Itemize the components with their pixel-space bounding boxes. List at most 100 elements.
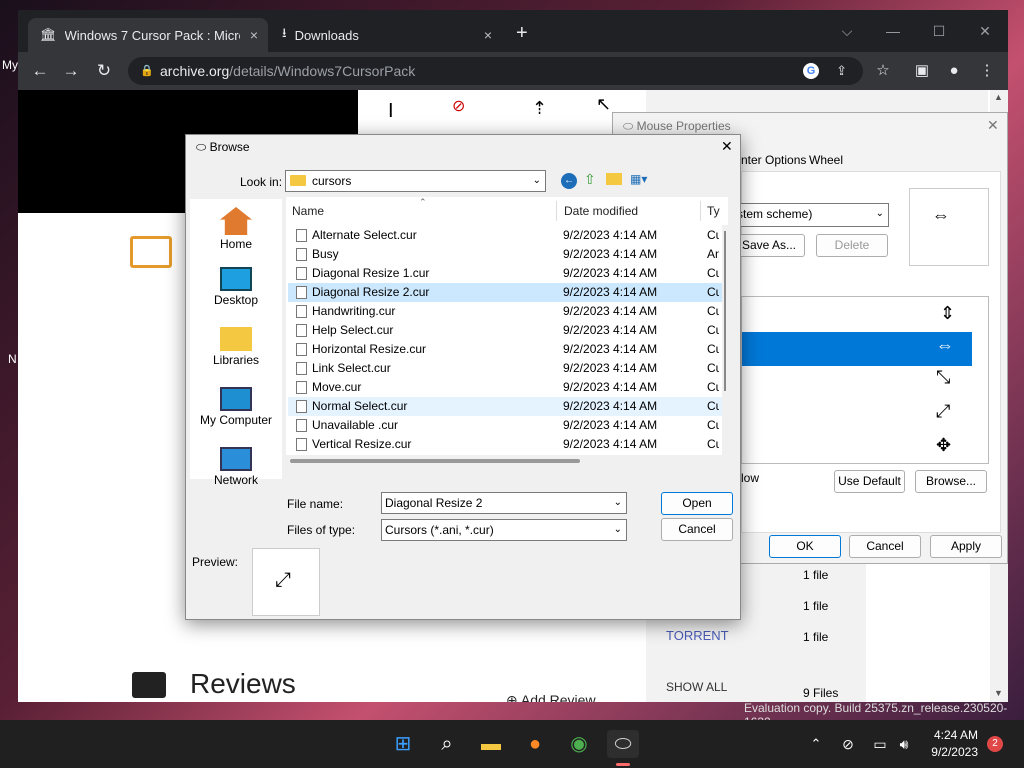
open-button[interactable]: Open — [661, 492, 733, 515]
file-row[interactable]: Busy 9/2/2023 4:14 AM An — [288, 245, 724, 264]
volume-icon[interactable]: 🔊︎ — [890, 730, 918, 758]
notification-badge[interactable]: 2 — [987, 736, 1003, 752]
close-tab-icon[interactable]: × — [484, 27, 492, 43]
file-row[interactable]: Normal Select.cur 9/2/2023 4:14 AM Cu — [288, 397, 724, 416]
start-icon[interactable]: ⊞ — [389, 730, 417, 758]
close-icon[interactable]: ✕ — [987, 117, 999, 134]
cursor-list[interactable]: ⇕ ⇔ ⤡ ⤢ ✥ — [741, 296, 989, 464]
scheme-select[interactable]: stem scheme) ⌄ — [733, 203, 889, 227]
col-name-header[interactable]: Name — [292, 199, 324, 223]
use-default-button[interactable]: Use Default — [834, 470, 905, 493]
file-date: 9/2/2023 4:14 AM — [563, 380, 658, 394]
file-list[interactable]: Name ⌃ Date modified Ty Alternate Select… — [286, 197, 728, 467]
scroll-up-icon[interactable]: ▲ — [994, 92, 1003, 102]
file-row[interactable]: Handwriting.cur 9/2/2023 4:14 AM Cu — [288, 302, 724, 321]
col-date-header[interactable]: Date modified — [564, 199, 638, 223]
vertical-resize-icon: ⇕ — [940, 303, 956, 323]
view-menu-icon[interactable]: ▦▾ — [630, 172, 647, 186]
file-row[interactable]: Diagonal Resize 2.cur 9/2/2023 4:14 AM Cu — [288, 283, 724, 302]
col-type-header[interactable]: Ty — [707, 199, 720, 223]
desktop-label-n[interactable]: N — [8, 352, 17, 366]
address-bar[interactable]: 🔒 archive.org/details/Windows7CursorPack… — [128, 57, 863, 85]
file-type-select[interactable]: Cursors (*.ani, *.cur) ⌄ — [381, 519, 627, 541]
scroll-thumb[interactable] — [290, 459, 580, 463]
preview-label: Preview: — [192, 555, 239, 569]
add-review-link[interactable]: ⊕ Add Review — [506, 692, 596, 702]
share-icon[interactable]: ⇪ — [836, 57, 847, 85]
file-row[interactable]: Diagonal Resize 1.cur 9/2/2023 4:14 AM Cu — [288, 264, 724, 283]
look-in-select[interactable]: cursors ⌄ — [285, 170, 546, 192]
mouse-icon: ⬭ — [196, 140, 210, 154]
scroll-down-icon[interactable]: ▼ — [994, 688, 1003, 698]
delete-button[interactable]: Delete — [816, 234, 888, 257]
file-row[interactable]: Horizontal Resize.cur 9/2/2023 4:14 AM Cu — [288, 340, 724, 359]
back-icon[interactable]: ← — [29, 60, 51, 82]
file-row[interactable]: Link Select.cur 9/2/2023 4:14 AM Cu — [288, 359, 724, 378]
file-row[interactable]: Unavailable .cur 9/2/2023 4:14 AM Cu — [288, 416, 724, 435]
tab-wheel[interactable]: Wheel — [809, 153, 843, 167]
side-panel-icon[interactable]: ▣ — [912, 61, 932, 81]
back-icon[interactable]: ← — [561, 173, 577, 189]
file-row[interactable]: Alternate Select.cur 9/2/2023 4:14 AM Cu — [288, 226, 724, 245]
scroll-thumb[interactable] — [724, 231, 726, 391]
place-my-computer[interactable]: My Computer — [190, 387, 282, 427]
show-all-link[interactable]: SHOW ALL — [666, 680, 727, 694]
menu-icon[interactable]: ⋮ — [977, 61, 997, 81]
file-name-input[interactable]: Diagonal Resize 2 ⌄ — [381, 492, 627, 514]
file-explorer-icon[interactable]: ▬ — [477, 730, 505, 758]
maximize-button[interactable]: ☐ — [916, 16, 962, 46]
network-off-icon[interactable]: ⊘ — [834, 730, 862, 758]
tab-cursor-pack[interactable]: 🏛 Windows 7 Cursor Pack : Microsoft × — [28, 18, 268, 52]
browser-toolbar: ← → ↻ 🔒 archive.org/details/Windows7Curs… — [18, 52, 1008, 90]
browse-button[interactable]: Browse... — [915, 470, 987, 493]
close-tab-icon[interactable]: × — [250, 27, 258, 43]
place-network[interactable]: Network — [190, 447, 282, 487]
profile-icon[interactable]: ● — [944, 61, 964, 81]
up-folder-icon[interactable]: ⇧ — [584, 171, 596, 188]
tab-pointer-options[interactable]: nter Options — [741, 153, 806, 167]
save-as-button[interactable]: Save As... — [733, 234, 805, 257]
desktop-label[interactable]: My — [2, 58, 18, 72]
file-date: 9/2/2023 4:14 AM — [563, 342, 658, 356]
search-icon[interactable]: ⌕ — [433, 730, 461, 758]
file-row[interactable]: Move.cur 9/2/2023 4:14 AM Cu — [288, 378, 724, 397]
tab-downloads[interactable]: ⭳ Downloads × — [270, 18, 502, 52]
file-count: 1 file — [803, 630, 829, 644]
new-tab-button[interactable]: + — [516, 22, 528, 45]
file-type: Cu — [707, 399, 719, 413]
clock-time[interactable]: 4:24 AM — [930, 728, 978, 742]
place-desktop[interactable]: Desktop — [190, 267, 282, 307]
file-row[interactable]: Vertical Resize.cur 9/2/2023 4:14 AM Cu — [288, 435, 724, 454]
libraries-icon — [220, 327, 252, 351]
google-icon[interactable]: G — [803, 63, 819, 79]
file-icon — [296, 381, 307, 394]
chrome-icon[interactable]: ◉ — [565, 730, 593, 758]
mouse-app-icon[interactable]: ⬭ — [607, 730, 639, 758]
cancel-button[interactable]: Cancel — [849, 535, 921, 558]
sort-up-icon: ⌃ — [419, 197, 427, 207]
apply-button[interactable]: Apply — [930, 535, 1002, 558]
chevron-down-icon: ⌄ — [613, 497, 622, 508]
new-folder-icon[interactable] — [606, 173, 622, 185]
minimize-button[interactable]: — — [870, 16, 916, 46]
place-home[interactable]: Home — [190, 207, 282, 251]
forward-icon[interactable]: → — [60, 60, 82, 82]
clock-date[interactable]: 9/2/2023 — [922, 745, 978, 759]
place-libraries[interactable]: Libraries — [190, 327, 282, 367]
reviews-heading: Reviews — [190, 668, 296, 699]
reload-icon[interactable]: ↻ — [93, 60, 115, 82]
file-icon — [296, 248, 307, 261]
bookmark-star-icon[interactable]: ☆ — [873, 61, 893, 81]
ok-button[interactable]: OK — [769, 535, 841, 558]
close-icon[interactable]: ✕ — [721, 138, 733, 155]
cancel-button[interactable]: Cancel — [661, 518, 733, 541]
file-date: 9/2/2023 4:14 AM — [563, 266, 658, 280]
torrent-link[interactable]: TORRENT — [666, 628, 729, 643]
firefox-icon[interactable]: ● — [521, 730, 549, 758]
file-row[interactable]: Help Select.cur 9/2/2023 4:14 AM Cu — [288, 321, 724, 340]
vertical-scrollbar[interactable] — [722, 225, 728, 455]
tab-search-icon[interactable]: ⌵ — [824, 16, 870, 46]
close-window-button[interactable]: ✕ — [962, 16, 1008, 46]
chevron-up-icon[interactable]: ⌃ — [802, 730, 830, 758]
horizontal-scrollbar[interactable] — [286, 455, 728, 467]
